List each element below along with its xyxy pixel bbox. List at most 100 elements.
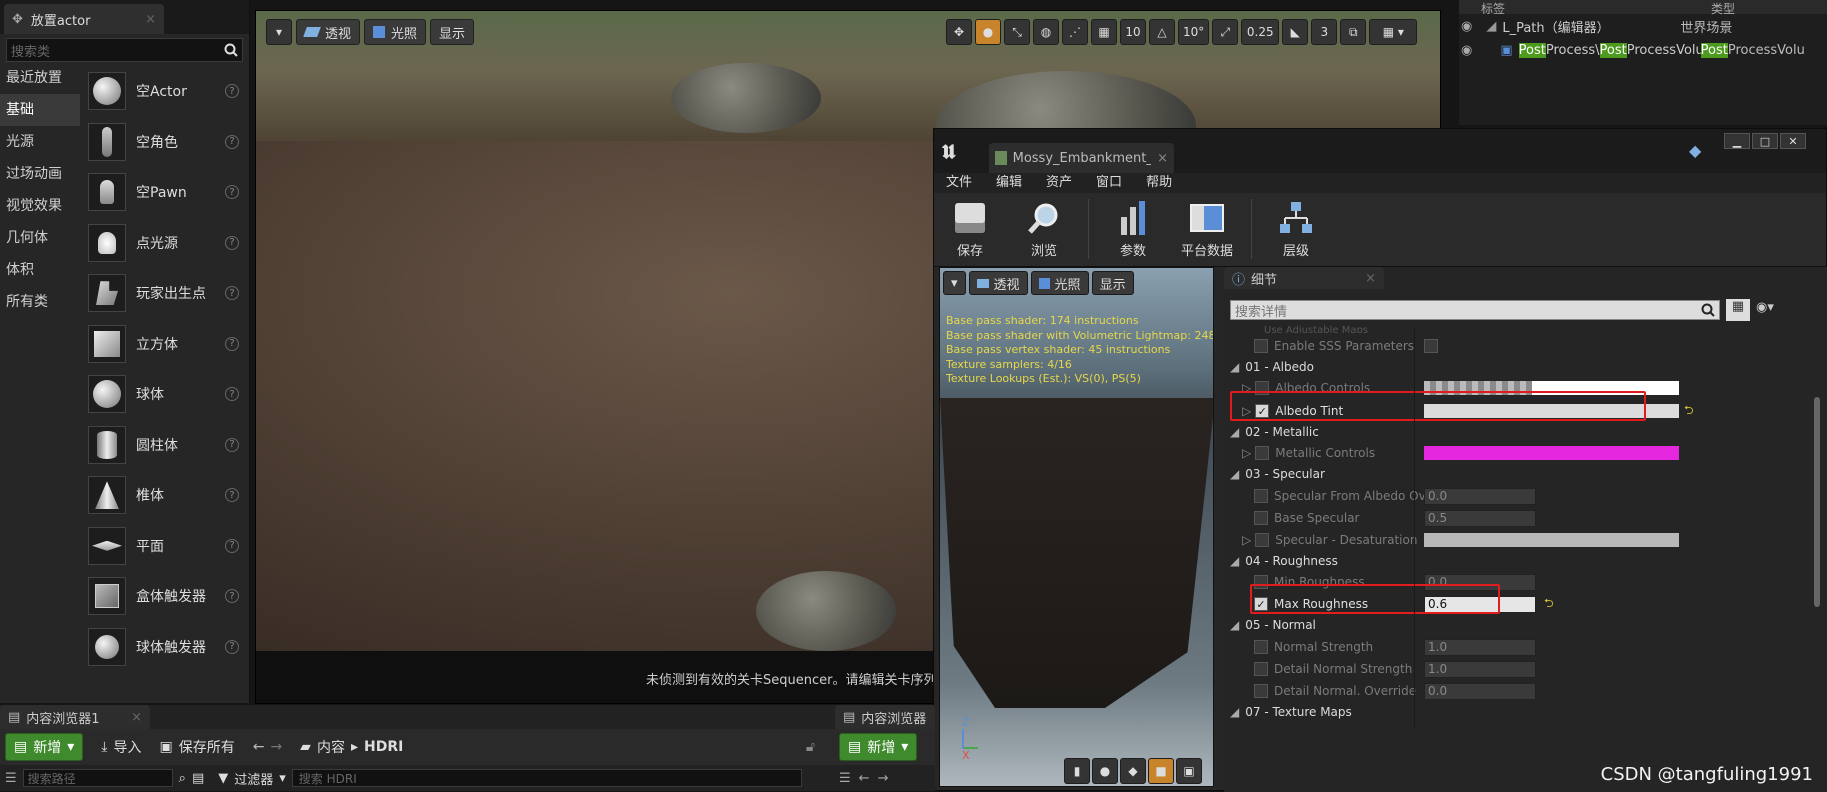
help-icon[interactable]: ?: [225, 639, 239, 654]
outliner-col-label[interactable]: 标签: [1481, 0, 1711, 16]
material-preview-viewport[interactable]: ▾ 透视 光照 显示 Base pass shader: 174 instruc…: [939, 267, 1214, 787]
parameters-button[interactable]: 参数: [1097, 199, 1169, 259]
details-scrollbar[interactable]: [1814, 397, 1820, 607]
preview-menu-button[interactable]: ▾: [943, 271, 966, 295]
breadcrumb-folder[interactable]: HDRI: [364, 739, 403, 755]
preview-show-button[interactable]: 显示: [1091, 271, 1134, 295]
menu-help[interactable]: 帮助: [1134, 173, 1184, 193]
collapse-arrow-icon[interactable]: ◢: [1230, 467, 1239, 481]
help-icon[interactable]: ?: [225, 134, 239, 149]
scale-snap-icon[interactable]: ⤢: [1212, 19, 1239, 45]
param-checkbox[interactable]: [1255, 446, 1270, 460]
world-local-icon[interactable]: ◍: [1033, 19, 1059, 45]
group-metallic[interactable]: ◢ 02 - Metallic: [1224, 421, 1824, 443]
lock-icon[interactable]: 🔓︎: [806, 739, 815, 755]
close-tab-icon[interactable]: ×: [1157, 151, 1168, 166]
add-new-button[interactable]: ▤ 新增 ▾: [839, 733, 918, 761]
class-search-input[interactable]: 搜索类: [6, 38, 243, 62]
param-checkbox[interactable]: [1254, 489, 1268, 503]
cylinder-preview-icon[interactable]: ▮: [1064, 758, 1090, 784]
place-actors-tab[interactable]: ✥ 放置actor ×: [4, 4, 164, 34]
feedback-icon[interactable]: ◆: [1689, 141, 1701, 160]
outliner-row-postprocess[interactable]: ◉ ▣ PostProcess\PostProcessVolume PostPr…: [1459, 38, 1827, 62]
search-hdri-input[interactable]: 搜索 HDRI: [291, 769, 802, 787]
lit-button[interactable]: 光照: [364, 19, 427, 45]
param-checkbox[interactable]: [1255, 533, 1270, 547]
actor-item-player-start[interactable]: 玩家出生点?: [82, 268, 247, 319]
param-value-input[interactable]: 1.0: [1424, 638, 1536, 656]
history-forward-icon[interactable]: →: [878, 771, 889, 786]
spec-desat-swatch[interactable]: [1424, 533, 1679, 547]
actor-item-empty-actor[interactable]: 空Actor?: [82, 66, 247, 117]
hierarchy-button[interactable]: 层级: [1260, 199, 1332, 259]
search-paths-input[interactable]: 搜索路径: [22, 769, 173, 787]
column-splitter[interactable]: [1414, 327, 1415, 727]
help-icon[interactable]: ?: [225, 336, 239, 351]
menu-asset[interactable]: 资产: [1034, 173, 1084, 193]
param-row-spec-desat[interactable]: ▷ Specular - Desaturation: [1224, 529, 1824, 551]
import-button[interactable]: ⤓ 导入: [101, 737, 141, 757]
material-tab[interactable]: Mossy_Embankment_02_i ×: [989, 143, 1174, 173]
param-row-detail-normal-override[interactable]: Detail Normal. Override 0.0: [1224, 680, 1824, 702]
outliner-col-type[interactable]: 类型: [1711, 0, 1735, 16]
help-icon[interactable]: ?: [225, 185, 239, 200]
grid-snap-value[interactable]: 10: [1120, 19, 1146, 45]
category-visual-effects[interactable]: 视觉效果: [0, 190, 80, 222]
menu-edit[interactable]: 编辑: [984, 173, 1034, 193]
param-checkbox[interactable]: [1254, 662, 1268, 676]
details-tab[interactable]: ⓘ 细节 ×: [1224, 267, 1384, 289]
outliner-row-level[interactable]: ◉ ◢ L_Path（编辑器） 世界场景: [1459, 14, 1827, 38]
camera-speed-value[interactable]: 3: [1311, 19, 1338, 45]
visibility-eye-icon[interactable]: ◉: [1461, 43, 1472, 58]
actor-item-cube[interactable]: 立方体?: [82, 319, 247, 370]
grid-snap-icon[interactable]: ▦: [1091, 19, 1117, 45]
sources-toggle-icon[interactable]: ☰: [5, 771, 17, 786]
metallic-controls-swatch[interactable]: [1424, 446, 1679, 460]
param-value-input[interactable]: 1.0: [1424, 660, 1536, 678]
show-button[interactable]: 显示: [430, 19, 475, 45]
category-volumes[interactable]: 体积: [0, 254, 80, 286]
group-specular[interactable]: ◢ 03 - Specular: [1224, 463, 1824, 485]
actor-item-sphere[interactable]: 球体?: [82, 369, 247, 420]
help-icon[interactable]: ?: [225, 84, 239, 99]
maximize-viewport-icon[interactable]: ⧉: [1340, 19, 1367, 45]
actor-item-empty-character[interactable]: 空角色?: [82, 117, 247, 168]
preview-perspective-button[interactable]: 透视: [968, 271, 1028, 295]
expand-arrow-icon[interactable]: ▷: [1242, 446, 1251, 460]
property-matrix-icon[interactable]: ▦: [1726, 299, 1750, 321]
breadcrumb-root[interactable]: 内容: [317, 737, 345, 757]
param-checkbox[interactable]: [1254, 511, 1268, 525]
collapse-arrow-icon[interactable]: ◢: [1230, 705, 1239, 719]
param-value-checkbox[interactable]: [1424, 339, 1438, 353]
perspective-button[interactable]: 透视: [296, 19, 361, 45]
close-tab-icon[interactable]: ×: [145, 12, 156, 27]
history-back-icon[interactable]: ←: [253, 739, 265, 755]
maximize-icon[interactable]: □: [1752, 133, 1778, 149]
actor-item-sphere-trigger[interactable]: 球体触发器?: [82, 622, 247, 673]
plane-preview-icon[interactable]: ◆: [1120, 758, 1146, 784]
surface-snap-icon[interactable]: ⋰: [1062, 19, 1088, 45]
param-row-metallic-controls[interactable]: ▷ Metallic Controls: [1224, 442, 1824, 464]
help-icon[interactable]: ?: [225, 387, 239, 402]
content-browser-2-tab[interactable]: ▤ 内容浏览器: [835, 705, 935, 729]
layout-icon[interactable]: ▦ ▾: [1369, 19, 1418, 45]
save-all-button[interactable]: ▣ 保存所有: [159, 737, 234, 757]
scale-snap-value[interactable]: 0.25: [1241, 19, 1280, 45]
param-row-normal-strength[interactable]: Normal Strength 1.0: [1224, 636, 1824, 658]
history-forward-icon[interactable]: →: [270, 739, 282, 755]
param-value-input[interactable]: 0.5: [1424, 509, 1536, 527]
reset-to-default-icon[interactable]: ⮌: [1544, 594, 1554, 615]
help-icon[interactable]: ?: [225, 488, 239, 503]
translate-icon[interactable]: ✥: [946, 19, 972, 45]
rotation-snap-icon[interactable]: △: [1149, 19, 1175, 45]
param-checkbox[interactable]: [1254, 339, 1268, 353]
group-texture-maps[interactable]: ◢ 07 - Texture Maps: [1224, 701, 1824, 723]
content-browser-1-tab[interactable]: ▤ 内容浏览器1 ×: [0, 705, 150, 729]
save-button[interactable]: 保存: [934, 199, 1006, 259]
scale-icon[interactable]: ⤡: [1004, 19, 1030, 45]
sphere-preview-icon[interactable]: ●: [1092, 758, 1118, 784]
category-basic[interactable]: 基础: [0, 94, 80, 126]
help-icon[interactable]: ?: [225, 538, 239, 553]
filters-button[interactable]: ▼ 过滤器 ▾: [218, 769, 286, 788]
camera-speed-icon[interactable]: ◣: [1282, 19, 1309, 45]
